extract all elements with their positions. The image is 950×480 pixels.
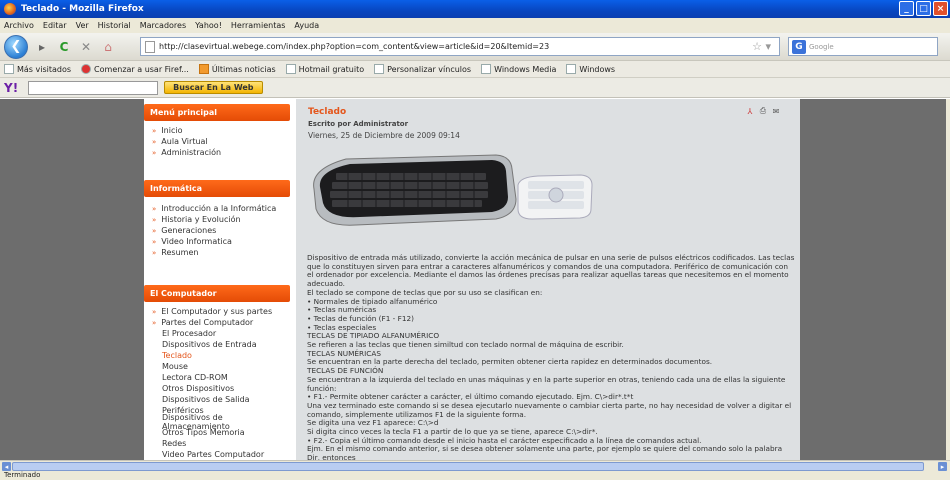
back-button[interactable]: ❮	[4, 34, 28, 59]
yahoo-toolbar: Y! Buscar En La Web	[0, 78, 950, 98]
bookmark-hotmail[interactable]: Hotmail gratuito	[285, 64, 364, 74]
vertical-scrollbar[interactable]	[946, 99, 950, 460]
google-icon: G	[792, 39, 806, 54]
article-list-item: • Teclas de función (F1 - F12)	[307, 313, 414, 323]
print-icon[interactable]: ⎙	[758, 106, 768, 116]
module-header-informatica: Informática	[144, 180, 290, 197]
menu-yahoo[interactable]: Yahoo!	[195, 21, 222, 30]
bookmark-star-icon[interactable]: ☆ ▾	[752, 40, 771, 53]
submenu-item-almacenamiento[interactable]: Dispositivos de Almacenamiento	[152, 413, 292, 431]
article-list-item: • Normales de tipiado alfanumérico	[307, 296, 438, 306]
submenu-item-teclado[interactable]: Teclado	[152, 350, 292, 361]
article-paragraph: Ejm. En el mismo comando anterior, si se…	[307, 444, 783, 460]
firefox-icon	[4, 3, 16, 15]
email-icon[interactable]: ✉	[771, 106, 781, 116]
menu-historial[interactable]: Historial	[98, 21, 131, 30]
informatica-list: » Introducción a la Informática » Historia…	[152, 203, 292, 258]
yahoo-search-button[interactable]: Buscar En La Web	[164, 81, 263, 94]
page-icon	[566, 64, 577, 74]
bookmark-personalizar[interactable]: Personalizar vínculos	[374, 64, 471, 74]
submenu-item-procesador[interactable]: El Procesador	[152, 328, 292, 339]
menu-item-resumen[interactable]: » Resumen	[152, 247, 292, 258]
article-tools: ⅄ ⎙ ✉	[745, 106, 781, 116]
submenu-item-dispositivos-salida[interactable]: Dispositivos de Salida	[152, 394, 292, 405]
article-author: Escrito por Administrator	[308, 120, 409, 128]
bookmark-windows[interactable]: Windows	[566, 64, 615, 74]
article-paragraph: Una vez terminado este comando si se des…	[307, 400, 792, 419]
firefox-icon	[81, 64, 92, 74]
bookmark-windows-media[interactable]: Windows Media	[481, 64, 556, 74]
submenu-item-dispositivos-entrada[interactable]: Dispositivos de Entrada	[152, 339, 292, 350]
pdf-icon[interactable]: ⅄	[745, 106, 755, 116]
rss-icon	[198, 64, 209, 74]
yahoo-icon[interactable]: Y!	[4, 81, 18, 95]
menu-item-partes-computador[interactable]: » Partes del Computador	[152, 317, 292, 328]
module-header-el-computador: El Computador	[144, 285, 290, 302]
submenu-item-video-partes[interactable]: Video Partes Computador	[152, 449, 292, 460]
menu-ver[interactable]: Ver	[76, 21, 89, 30]
menu-item-administracion[interactable]: » Administración	[152, 147, 292, 158]
minimize-button[interactable]: _	[899, 1, 914, 16]
horizontal-scrollbar[interactable]: ◂ ▸	[0, 460, 950, 471]
home-icon[interactable]: ⌂	[100, 39, 116, 55]
menubar: Archivo Editar Ver Historial Marcadores …	[0, 18, 950, 33]
bookmark-ultimas-noticias[interactable]: Últimas noticias	[198, 64, 276, 74]
navigation-toolbar: ❮ ▸ C ✕ ⌂ http://clasevirtual.webege.com…	[0, 33, 950, 61]
scroll-left-button[interactable]: ◂	[2, 462, 11, 471]
submenu-item-lectora[interactable]: Lectora CD-ROM	[152, 372, 292, 383]
menu-archivo[interactable]: Archivo	[4, 21, 34, 30]
menu-item-generaciones[interactable]: » Generaciones	[152, 225, 292, 236]
module-header-menu-principal: Menú principal	[144, 104, 290, 121]
url-bar[interactable]: http://clasevirtual.webege.com/index.php…	[140, 37, 780, 56]
scroll-thumb[interactable]	[12, 462, 924, 471]
bookmarks-toolbar: Más visitados Comenzar a usar Firef... Ú…	[0, 61, 950, 78]
menu-item-historia[interactable]: » Historia y Evolución	[152, 214, 292, 225]
close-button[interactable]: ×	[933, 1, 948, 16]
article-date: Viernes, 25 de Diciembre de 2009 09:14	[308, 131, 460, 140]
submenu-item-mouse[interactable]: Mouse	[152, 361, 292, 372]
submenu-item-otros-dispositivos[interactable]: Otros Dispositivos	[152, 383, 292, 394]
window-titlebar: Teclado - Mozilla Firefox _ □ ×	[0, 0, 950, 18]
url-text: http://clasevirtual.webege.com/index.php…	[159, 42, 550, 51]
article-paragraph: Se encuentran a la izquierda del teclado…	[307, 374, 786, 393]
computador-list: » El Computador y sus partes » Partes del …	[152, 306, 292, 460]
maximize-button[interactable]: □	[916, 1, 931, 16]
menu-marcadores[interactable]: Marcadores	[140, 21, 186, 30]
menu-editar[interactable]: Editar	[43, 21, 67, 30]
menu-item-video-informatica[interactable]: » Video Informatica	[152, 236, 292, 247]
menu-ayuda[interactable]: Ayuda	[294, 21, 319, 30]
menu-item-computador-partes[interactable]: » El Computador y sus partes	[152, 306, 292, 317]
menu-item-inicio[interactable]: » Inicio	[152, 125, 292, 136]
article-title[interactable]: Teclado	[308, 107, 346, 117]
stop-icon[interactable]: ✕	[78, 39, 94, 55]
menu-item-aula-virtual[interactable]: » Aula Virtual	[152, 136, 292, 147]
menu-herramientas[interactable]: Herramientas	[231, 21, 286, 30]
keyboard-image	[313, 154, 593, 226]
yahoo-search-input[interactable]	[28, 80, 159, 95]
submenu-item-redes[interactable]: Redes	[152, 438, 292, 449]
bookmark-comenzar[interactable]: Comenzar a usar Firef...	[81, 64, 189, 74]
search-placeholder: Google	[809, 42, 834, 51]
page-icon	[374, 64, 385, 74]
folder-icon	[4, 64, 14, 74]
menu-item-introduccion[interactable]: » Introducción a la Informática	[152, 203, 292, 214]
page-icon	[285, 64, 296, 74]
status-bar: Terminado	[0, 471, 950, 480]
window-title: Teclado - Mozilla Firefox	[21, 4, 144, 14]
article-body: Dispositivo de entrada más utilizado, co…	[307, 253, 795, 460]
menu-principal-list: » Inicio » Aula Virtual » Administración	[152, 125, 292, 158]
article-paragraph: Dispositivo de entrada más utilizado, co…	[307, 253, 795, 289]
forward-icon[interactable]: ▸	[34, 39, 50, 55]
page-icon	[481, 64, 492, 74]
page-icon	[145, 40, 155, 53]
search-box[interactable]: G Google	[788, 37, 938, 56]
scroll-right-button[interactable]: ▸	[938, 462, 947, 471]
reload-icon[interactable]: C	[56, 39, 72, 55]
bookmark-mas-visitados[interactable]: Más visitados	[4, 64, 71, 74]
page-viewport: Menú principal » Inicio » Aula Virtual » Ad…	[0, 99, 946, 460]
